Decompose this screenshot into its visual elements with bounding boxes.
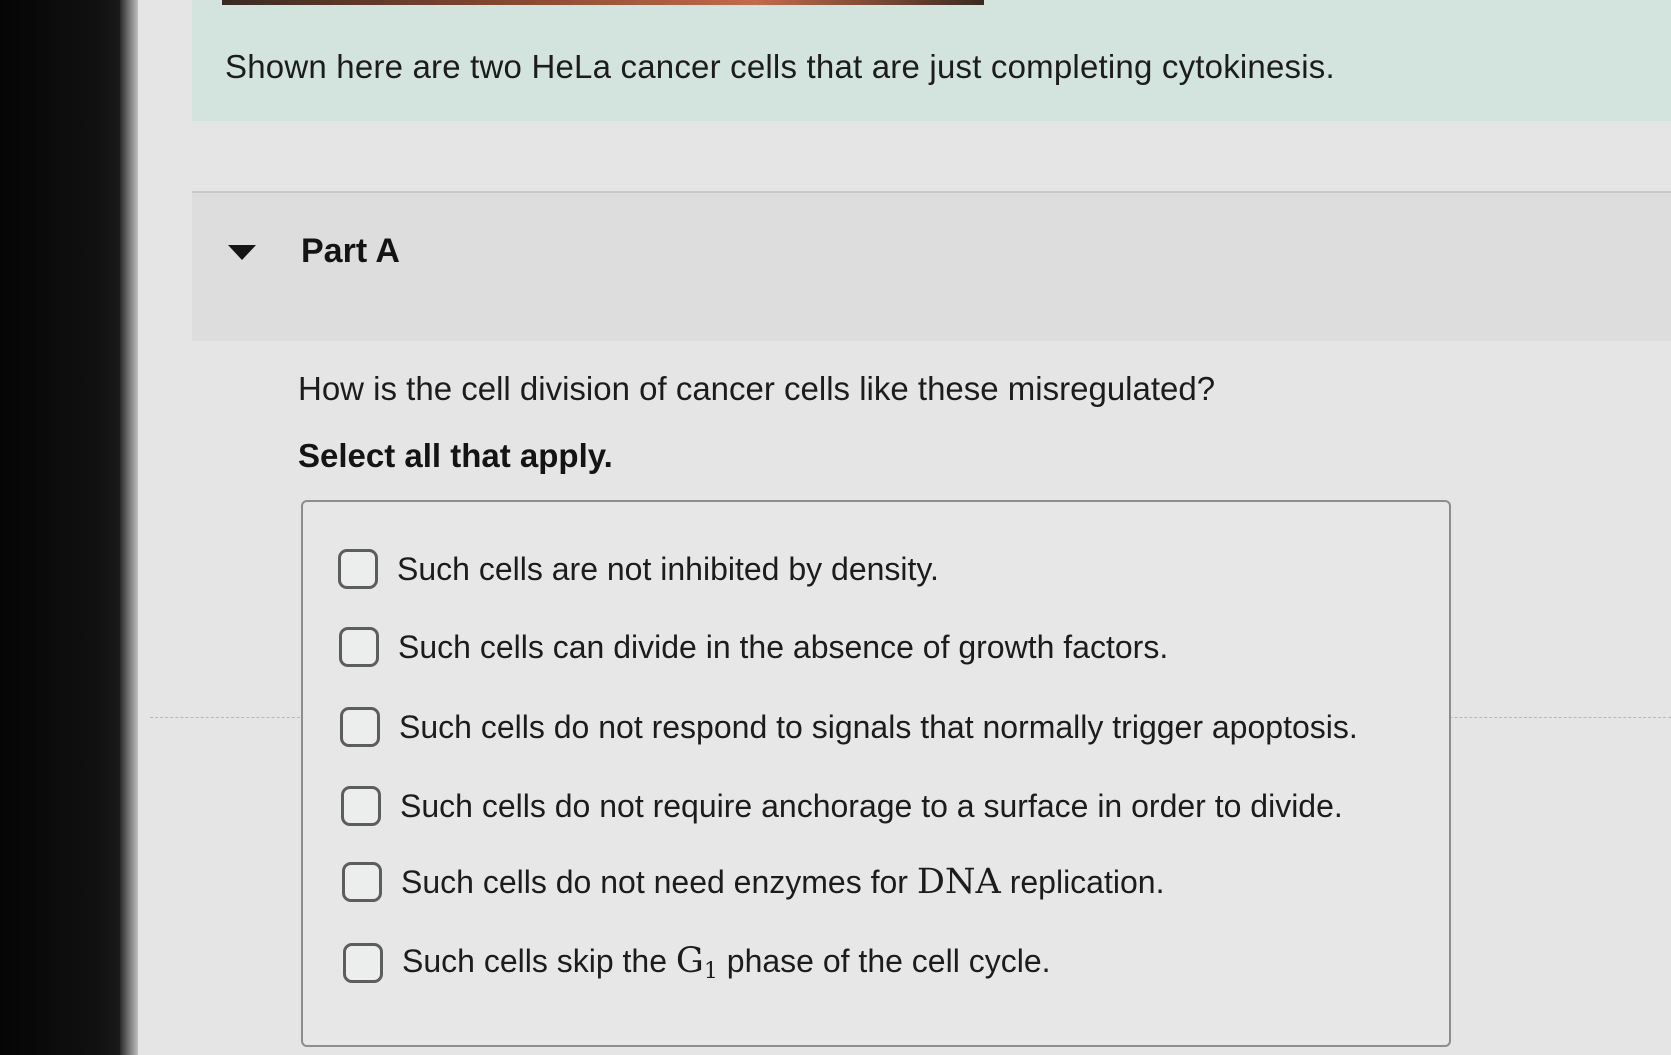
option-text-before: Such cells skip the: [402, 943, 668, 979]
caret-down-icon[interactable]: [228, 245, 256, 260]
option-label: Such cells do not require anchorage to a…: [400, 787, 1343, 824]
cell-image-edge: [222, 0, 984, 5]
monitor-bezel: [0, 0, 125, 1055]
checkbox-icon[interactable]: [340, 707, 380, 747]
option-text-before: Such cells do not need enzymes for: [401, 864, 908, 900]
option-label: Such cells do not need enzymes for DNA r…: [401, 862, 1164, 902]
checkbox-icon[interactable]: [342, 862, 382, 902]
checkbox-icon[interactable]: [338, 549, 378, 589]
option-6[interactable]: Such cells skip the G1 phase of the cell…: [343, 941, 1051, 984]
option-text-after: replication.: [1009, 864, 1165, 900]
math-g-subscript: 1: [703, 959, 718, 984]
option-5[interactable]: Such cells do not need enzymes for DNA r…: [342, 862, 1164, 902]
question-instruction: Select all that apply.: [298, 437, 613, 474]
option-3[interactable]: Such cells do not respond to signals tha…: [340, 707, 1358, 747]
option-label: Such cells can divide in the absence of …: [398, 628, 1169, 665]
intro-text: Shown here are two HeLa cancer cells tha…: [225, 48, 1335, 85]
monitor-edge: [120, 0, 140, 1055]
option-2[interactable]: Such cells can divide in the absence of …: [339, 627, 1168, 667]
part-header[interactable]: [192, 193, 1671, 341]
question-prompt: How is the cell division of cancer cells…: [298, 370, 1216, 407]
option-label: Such cells are not inhibited by density.: [397, 550, 939, 587]
dashed-guide-left: [150, 717, 300, 718]
option-1[interactable]: Such cells are not inhibited by density.: [338, 549, 939, 589]
option-label: Such cells do not respond to signals tha…: [399, 708, 1358, 745]
part-title[interactable]: Part A: [301, 232, 400, 271]
math-g: G: [675, 941, 704, 981]
checkbox-icon[interactable]: [339, 627, 379, 667]
option-label: Such cells skip the G1 phase of the cell…: [402, 941, 1051, 984]
math-dna: DNA: [916, 862, 1001, 902]
option-text-after: phase of the cell cycle.: [726, 943, 1051, 979]
checkbox-icon[interactable]: [341, 786, 381, 826]
checkbox-icon[interactable]: [343, 942, 383, 983]
option-4[interactable]: Such cells do not require anchorage to a…: [341, 786, 1343, 826]
